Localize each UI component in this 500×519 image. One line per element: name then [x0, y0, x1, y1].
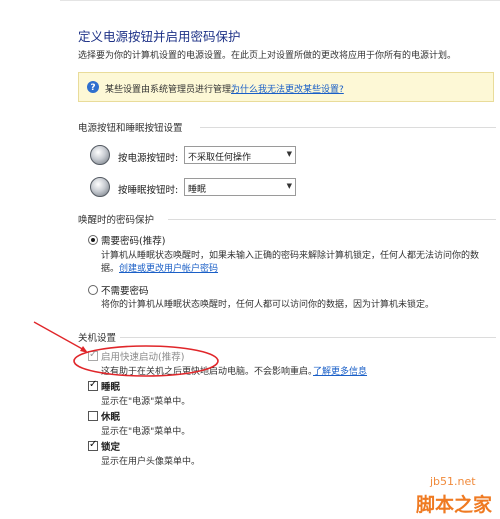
annotation-arrow: [33, 321, 87, 352]
watermark-brand: 脚本之家: [416, 494, 493, 516]
watermark-site: jb51.net: [430, 475, 476, 488]
annotation-ellipse: [73, 345, 219, 377]
annotation-overlay: [33, 321, 219, 377]
